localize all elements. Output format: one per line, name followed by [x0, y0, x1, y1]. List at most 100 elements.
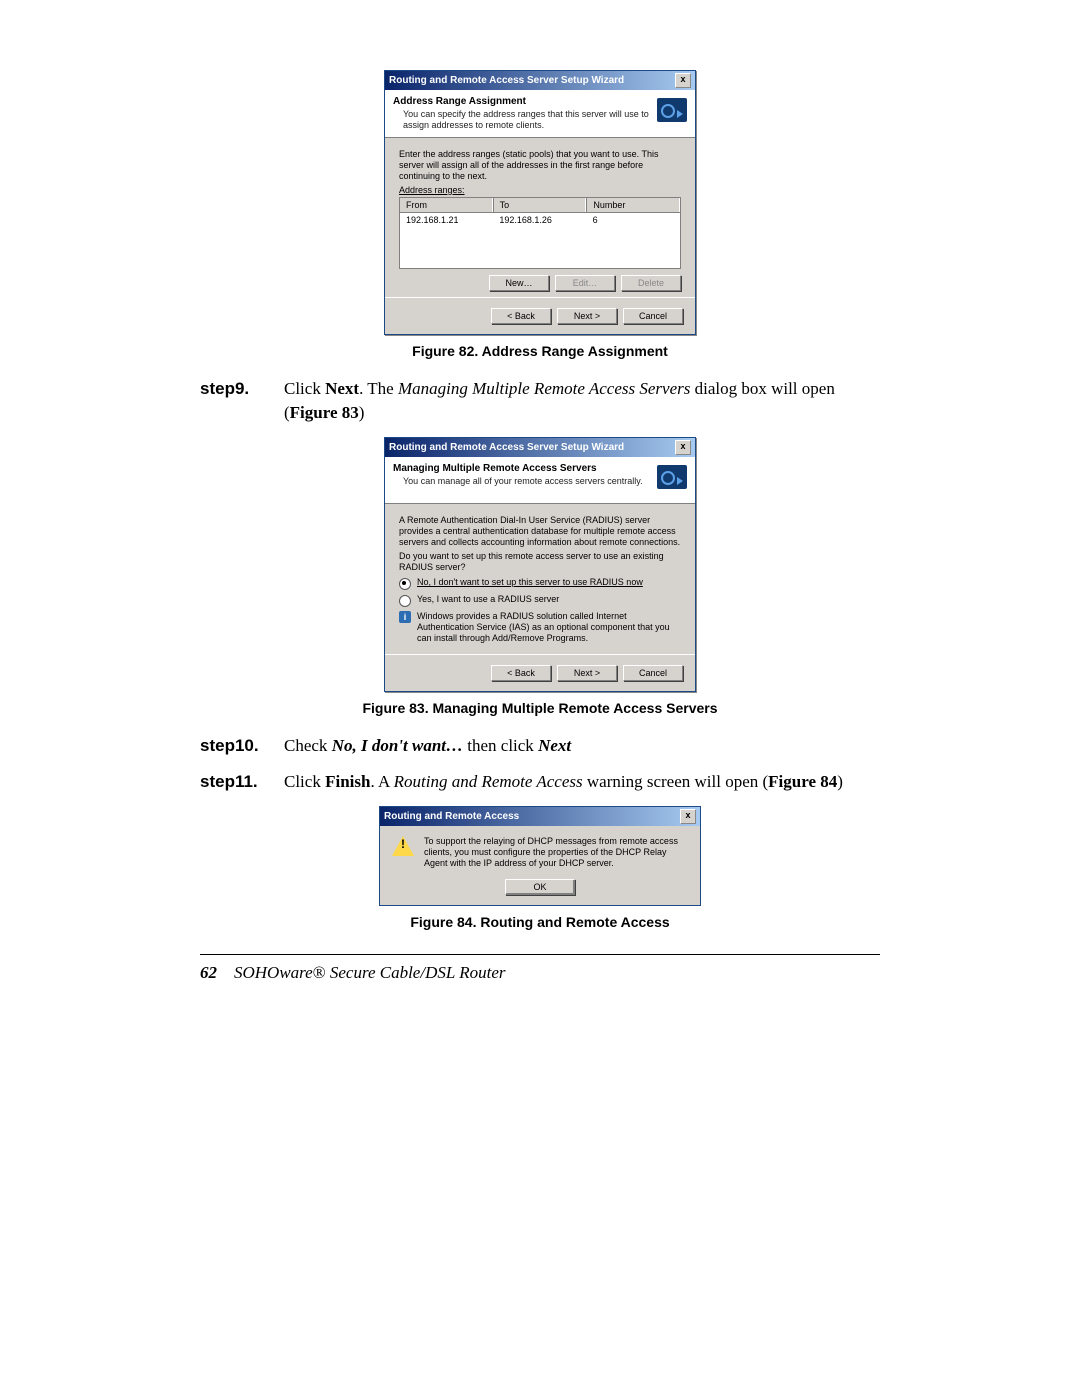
instruction-text: Enter the address ranges (static pools) …: [399, 149, 681, 182]
dialog-address-range: Routing and Remote Access Server Setup W…: [384, 70, 696, 335]
delete-button[interactable]: Delete: [621, 275, 681, 291]
msgbox-buttons: OK: [380, 875, 700, 905]
step-label: step10.: [200, 734, 270, 758]
msgbox-titlebar: Routing and Remote Access x: [380, 807, 700, 826]
page-number: 62: [200, 963, 217, 982]
t: Managing Multiple Remote Access Servers: [398, 379, 690, 398]
dialog-manage-radius: Routing and Remote Access Server Setup W…: [384, 437, 696, 692]
t: . A: [370, 772, 393, 791]
figure-84-caption: Figure 84. Routing and Remote Access: [200, 914, 880, 930]
info-text: Windows provides a RADIUS solution calle…: [417, 611, 681, 644]
edit-button[interactable]: Edit…: [555, 275, 615, 291]
figure-82-caption: Figure 82. Address Range Assignment: [200, 343, 880, 359]
document-page: Routing and Remote Access Server Setup W…: [0, 0, 1080, 1397]
step-text: Check No, I don't want… then click Next: [284, 734, 880, 758]
radius-question: Do you want to set up this remote access…: [399, 551, 681, 573]
listbox-buttons: New… Edit… Delete: [399, 275, 681, 291]
wizard-icon: [657, 465, 687, 489]
t: Check: [284, 736, 332, 755]
dialog-title: Routing and Remote Access Server Setup W…: [389, 75, 624, 86]
footer-brand: SOHOware: [234, 963, 313, 982]
dialog-titlebar: Routing and Remote Access Server Setup W…: [385, 438, 695, 457]
dialog-titlebar: Routing and Remote Access Server Setup W…: [385, 71, 695, 90]
t: Click: [284, 379, 325, 398]
radio-icon: [399, 595, 411, 607]
warning-icon: [392, 836, 414, 856]
t: Next: [538, 736, 571, 755]
ok-button[interactable]: OK: [505, 879, 575, 895]
dialog-body: Address Range Assignment You can specify…: [385, 90, 695, 334]
back-button[interactable]: < Back: [491, 308, 551, 324]
step-text: Click Finish. A Routing and Remote Acces…: [284, 770, 880, 794]
page-footer: 62 SOHOware® Secure Cable/DSL Router: [200, 954, 880, 983]
t: Routing and Remote Access: [394, 772, 583, 791]
t: warning screen will open (: [583, 772, 769, 791]
banner-text: Managing Multiple Remote Access Servers …: [393, 463, 657, 487]
banner-subtext: You can manage all of your remote access…: [393, 476, 651, 487]
col-number[interactable]: Number: [586, 198, 680, 212]
cell-to: 192.168.1.26: [493, 213, 586, 227]
radius-description: A Remote Authentication Dial-In User Ser…: [399, 515, 681, 548]
t: Next: [325, 379, 359, 398]
msgbox-body: To support the relaying of DHCP messages…: [380, 826, 700, 875]
radio-no-label: No, I don't want to set up this server t…: [417, 577, 643, 588]
back-button[interactable]: < Back: [491, 665, 551, 681]
cancel-button[interactable]: Cancel: [623, 665, 683, 681]
dialog-banner: Managing Multiple Remote Access Servers …: [385, 457, 695, 504]
ranges-label: Address ranges:: [399, 185, 681, 195]
radio-yes-label: Yes, I want to use a RADIUS server: [417, 594, 559, 605]
t: No, I don't want…: [332, 736, 463, 755]
dialog-nav: < Back Next > Cancel: [385, 297, 695, 334]
t: Figure 84: [768, 772, 837, 791]
cancel-button[interactable]: Cancel: [623, 308, 683, 324]
msgbox-routing-warning: Routing and Remote Access x To support t…: [379, 806, 701, 906]
radio-icon: [399, 578, 411, 590]
t: ): [359, 403, 365, 422]
dialog-midarea: A Remote Authentication Dial-In User Ser…: [385, 504, 695, 654]
footer-text: Secure Cable/DSL Router: [326, 963, 506, 982]
radio-no[interactable]: No, I don't want to set up this server t…: [399, 577, 681, 590]
banner-heading: Address Range Assignment: [393, 96, 651, 107]
step-text: Click Next. The Managing Multiple Remote…: [284, 377, 880, 425]
address-ranges-listbox[interactable]: From To Number 192.168.1.21 192.168.1.26…: [399, 197, 681, 269]
banner-text: Address Range Assignment You can specify…: [393, 96, 657, 131]
footer-reg: ®: [313, 963, 326, 982]
t: then click: [463, 736, 538, 755]
msgbox-title: Routing and Remote Access: [384, 811, 519, 822]
figure-83-caption: Figure 83. Managing Multiple Remote Acce…: [200, 700, 880, 716]
step-11: step11. Click Finish. A Routing and Remo…: [200, 770, 880, 794]
wizard-icon: [657, 98, 687, 122]
banner-subtext: You can specify the address ranges that …: [393, 109, 651, 131]
step-10: step10. Check No, I don't want… then cli…: [200, 734, 880, 758]
t: . The: [359, 379, 398, 398]
dialog-midarea: Enter the address ranges (static pools) …: [385, 138, 695, 297]
t: Click: [284, 772, 325, 791]
close-icon[interactable]: x: [675, 440, 691, 455]
new-button[interactable]: New…: [489, 275, 549, 291]
dialog-nav: < Back Next > Cancel: [385, 654, 695, 691]
t: ): [837, 772, 843, 791]
cell-from: 192.168.1.21: [400, 213, 493, 227]
close-icon[interactable]: x: [680, 809, 696, 824]
close-icon[interactable]: x: [675, 73, 691, 88]
col-from[interactable]: From: [400, 198, 493, 212]
t: Finish: [325, 772, 370, 791]
next-button[interactable]: Next >: [557, 308, 617, 324]
dialog-banner: Address Range Assignment You can specify…: [385, 90, 695, 138]
radio-yes[interactable]: Yes, I want to use a RADIUS server: [399, 594, 681, 607]
t: Figure 83: [290, 403, 359, 422]
step-9: step9. Click Next. The Managing Multiple…: [200, 377, 880, 425]
dialog-title: Routing and Remote Access Server Setup W…: [389, 442, 624, 453]
msgbox-text: To support the relaying of DHCP messages…: [424, 836, 688, 869]
cell-number: 6: [587, 213, 680, 227]
listbox-row[interactable]: 192.168.1.21 192.168.1.26 6: [400, 213, 680, 227]
step-label: step9.: [200, 377, 270, 401]
col-to[interactable]: To: [493, 198, 587, 212]
listbox-header: From To Number: [400, 198, 680, 213]
info-note: i Windows provides a RADIUS solution cal…: [399, 611, 681, 644]
dialog-body: Managing Multiple Remote Access Servers …: [385, 457, 695, 691]
next-button[interactable]: Next >: [557, 665, 617, 681]
info-icon: i: [399, 611, 411, 623]
banner-heading: Managing Multiple Remote Access Servers: [393, 463, 651, 474]
step-label: step11.: [200, 770, 270, 794]
